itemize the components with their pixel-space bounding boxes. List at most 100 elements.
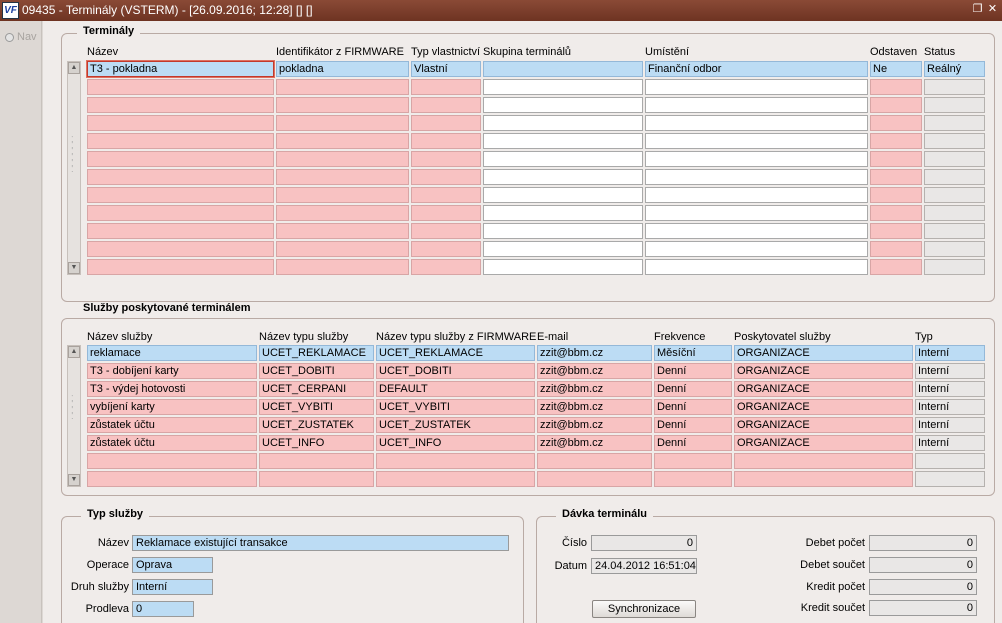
sluzba-cell[interactable]: T3 - výdej hotovosti	[87, 381, 257, 397]
sluzba-cell[interactable]	[259, 471, 374, 487]
sluzba-cell[interactable]	[376, 453, 535, 469]
terminal-cell[interactable]	[645, 115, 868, 131]
sluzba-cell[interactable]: Denní	[654, 381, 732, 397]
terminal-cell[interactable]	[483, 223, 643, 239]
terminal-cell[interactable]	[87, 205, 274, 221]
terminal-cell[interactable]	[645, 97, 868, 113]
terminal-cell[interactable]	[924, 169, 985, 185]
close-icon[interactable]: ✕	[986, 3, 999, 16]
terminal-cell[interactable]: Finanční odbor	[645, 61, 868, 77]
terminal-cell[interactable]	[483, 97, 643, 113]
terminal-cell[interactable]	[87, 169, 274, 185]
terminal-cell[interactable]	[276, 79, 409, 95]
scroll-down-icon[interactable]: ▼	[68, 474, 80, 486]
sluzba-cell[interactable]	[654, 453, 732, 469]
druh-sluzby-field[interactable]: Interní	[132, 579, 213, 595]
terminal-cell[interactable]	[645, 205, 868, 221]
terminal-cell[interactable]	[276, 133, 409, 149]
terminal-cell[interactable]	[87, 97, 274, 113]
terminal-cell[interactable]	[87, 223, 274, 239]
sluzba-cell[interactable]: zzit@bbm.cz	[537, 381, 652, 397]
terminal-cell[interactable]	[87, 79, 274, 95]
sluzba-cell[interactable]: Interní	[915, 381, 985, 397]
terminal-cell[interactable]	[924, 223, 985, 239]
sluzba-cell[interactable]: UCET_INFO	[376, 435, 535, 451]
sluzba-cell[interactable]: Denní	[654, 399, 732, 415]
sluzba-cell[interactable]	[915, 453, 985, 469]
terminal-cell[interactable]	[870, 79, 922, 95]
terminal-cell[interactable]	[645, 241, 868, 257]
terminal-cell[interactable]	[645, 187, 868, 203]
sluzba-cell[interactable]: ORGANIZACE	[734, 399, 913, 415]
terminal-cell[interactable]	[276, 223, 409, 239]
terminal-cell[interactable]	[924, 97, 985, 113]
terminal-cell[interactable]	[870, 223, 922, 239]
terminal-cell[interactable]: Ne	[870, 61, 922, 77]
sluzba-cell[interactable]: DEFAULT	[376, 381, 535, 397]
terminal-cell[interactable]	[870, 133, 922, 149]
terminal-cell[interactable]	[924, 151, 985, 167]
sluzba-cell[interactable]: Denní	[654, 363, 732, 379]
synchronizace-button[interactable]: Synchronizace	[592, 600, 696, 618]
terminal-cell[interactable]	[870, 187, 922, 203]
terminal-cell[interactable]	[87, 151, 274, 167]
sluzba-cell[interactable]	[537, 453, 652, 469]
terminal-cell[interactable]	[870, 115, 922, 131]
terminal-cell[interactable]	[483, 79, 643, 95]
terminal-cell[interactable]: Reálný	[924, 61, 985, 77]
terminal-cell[interactable]	[87, 241, 274, 257]
sluzba-cell[interactable]: zzit@bbm.cz	[537, 417, 652, 433]
terminal-cell[interactable]	[924, 259, 985, 275]
terminal-cell[interactable]	[870, 151, 922, 167]
terminal-cell[interactable]	[276, 205, 409, 221]
scroll-down-icon[interactable]: ▼	[68, 262, 80, 274]
terminal-cell[interactable]	[870, 241, 922, 257]
sluzba-cell[interactable]: Měsíční	[654, 345, 732, 361]
terminal-cell[interactable]	[87, 115, 274, 131]
nav-radio-icon[interactable]	[5, 33, 14, 42]
terminal-cell[interactable]	[411, 133, 481, 149]
sluzba-cell[interactable]	[734, 453, 913, 469]
terminal-cell[interactable]	[645, 259, 868, 275]
terminal-cell[interactable]	[87, 133, 274, 149]
terminal-cell[interactable]	[276, 259, 409, 275]
sluzba-cell[interactable]: zzit@bbm.cz	[537, 363, 652, 379]
terminal-cell[interactable]	[276, 97, 409, 113]
sluzba-cell[interactable]	[87, 471, 257, 487]
sluzba-cell[interactable]: UCET_INFO	[259, 435, 374, 451]
sluzba-cell[interactable]: ORGANIZACE	[734, 417, 913, 433]
sluzba-cell[interactable]: Interní	[915, 399, 985, 415]
terminal-cell[interactable]	[645, 79, 868, 95]
sluzba-cell[interactable]: UCET_REKLAMACE	[376, 345, 535, 361]
sluzba-cell[interactable]: zzit@bbm.cz	[537, 345, 652, 361]
sluzba-cell[interactable]: Denní	[654, 417, 732, 433]
cislo-field[interactable]: 0	[591, 535, 697, 551]
sluzba-cell[interactable]: ORGANIZACE	[734, 345, 913, 361]
terminal-cell[interactable]	[411, 79, 481, 95]
terminal-cell[interactable]	[411, 169, 481, 185]
terminal-cell[interactable]	[411, 205, 481, 221]
terminal-cell[interactable]	[924, 187, 985, 203]
sluzba-cell[interactable]: UCET_CERPANI	[259, 381, 374, 397]
terminal-cell[interactable]	[924, 241, 985, 257]
operace-field[interactable]: Oprava	[132, 557, 213, 573]
terminal-cell[interactable]	[924, 115, 985, 131]
terminal-cell[interactable]	[483, 187, 643, 203]
terminal-cell[interactable]	[411, 97, 481, 113]
sluzba-cell[interactable]: UCET_DOBITI	[376, 363, 535, 379]
terminal-cell[interactable]	[870, 259, 922, 275]
scroll-up-icon[interactable]: ▲	[68, 346, 80, 358]
terminal-cell[interactable]	[645, 133, 868, 149]
sluzba-cell[interactable]: zůstatek účtu	[87, 417, 257, 433]
restore-icon[interactable]: ❐	[971, 3, 984, 16]
sluzba-cell[interactable]: T3 - dobíjení karty	[87, 363, 257, 379]
terminal-cell[interactable]	[483, 133, 643, 149]
nazev-field[interactable]: Reklamace existující transakce	[132, 535, 509, 551]
terminal-cell[interactable]	[411, 187, 481, 203]
sluzba-cell[interactable]: UCET_VYBITI	[376, 399, 535, 415]
terminal-cell[interactable]	[276, 115, 409, 131]
terminaly-scrollbar[interactable]: ▲ ⁚ ⁚ ⁚ ⁚ ⁚ ⁚ ▼	[67, 61, 81, 275]
terminal-cell[interactable]	[87, 259, 274, 275]
terminal-cell[interactable]	[483, 151, 643, 167]
terminal-cell[interactable]	[276, 187, 409, 203]
